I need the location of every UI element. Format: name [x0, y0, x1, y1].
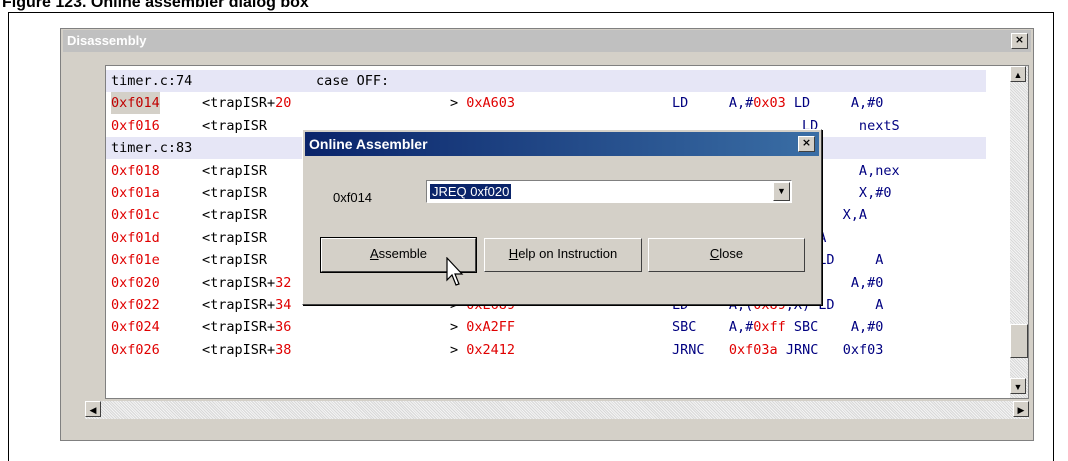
disassembly-title: Disassembly	[67, 33, 147, 48]
address-cell: 0xf026	[111, 341, 160, 358]
help-on-instruction-button[interactable]: Help on Instruction	[484, 238, 642, 272]
function-offset-cell: <trapISR+34	[202, 297, 292, 313]
function-offset-cell: <trapISR+38	[202, 341, 292, 358]
address-cell: 0xf020	[111, 274, 160, 291]
combo-dropdown-button[interactable]: ▼	[773, 182, 790, 201]
figure-caption: Figure 123. Online assembler dialog box	[2, 0, 309, 11]
disassembly-row[interactable]: 0xf026 <trapISR+38 > 0x2412 JRNC 0xf03a JRN…	[106, 339, 986, 361]
disassembly-row[interactable]: 0xf014 <trapISR+20 > 0xA603 LD A,#0x03 LD A…	[106, 92, 986, 115]
address-cell: 0xf024	[111, 319, 160, 336]
dialog-titlebar: Online Assembler ×	[305, 132, 819, 156]
opcode-cell: > 0xA603	[450, 95, 516, 112]
close-button[interactable]: Close	[648, 238, 805, 272]
address-cell: 0xf022	[111, 297, 160, 313]
disassembly-titlebar: Disassembly ×	[63, 30, 1031, 52]
function-offset-cell: <trapISR	[202, 117, 268, 134]
vertical-scroll-thumb[interactable]	[1010, 324, 1028, 358]
address-cell: 0xf018	[111, 162, 160, 179]
mouse-cursor-icon	[446, 257, 464, 286]
source-file-line: timer.c:74	[111, 73, 193, 89]
scroll-left-button[interactable]: ◀	[85, 401, 101, 417]
function-offset-cell: <trapISR+20	[202, 95, 292, 112]
scroll-right-button[interactable]: ▶	[1013, 401, 1029, 417]
opcode-cell: > 0xA2FF	[450, 319, 516, 336]
dialog-close-button[interactable]: ×	[798, 136, 815, 152]
address-cell: 0xf01e	[111, 252, 160, 269]
horizontal-scrollbar[interactable]: ◀ ▶	[85, 401, 1029, 419]
disassembly-row[interactable]: 0xf024 <trapISR+36 > 0xA2FF SBC A,#0xff SBC…	[106, 316, 986, 338]
function-offset-cell: <trapISR+36	[202, 319, 292, 336]
function-offset-cell: <trapISR	[202, 229, 268, 246]
scroll-up-button[interactable]: ▲	[1010, 66, 1026, 82]
scroll-down-button[interactable]: ▼	[1010, 378, 1026, 394]
function-offset-cell: <trapISR	[202, 207, 268, 224]
address-cell: 0xf016	[111, 117, 160, 134]
vertical-scrollbar[interactable]: ▲ ▼	[1010, 66, 1028, 398]
disassembly-close-button[interactable]: ×	[1011, 33, 1028, 49]
address-cell: 0xf01d	[111, 229, 160, 246]
opcode-cell: > 0x2412	[450, 341, 516, 358]
source-text: case OFF:	[316, 73, 390, 89]
source-line-row[interactable]: timer.c:74 case OFF:	[106, 70, 986, 92]
function-offset-cell: <trapISR	[202, 185, 268, 201]
online-assembler-dialog: Online Assembler × 0xf014 JREQ 0xf020 ▼ …	[302, 129, 822, 305]
address-cell: 0xf014	[111, 92, 160, 115]
source-file-line: timer.c:83	[111, 140, 193, 157]
instruction-input-value[interactable]: JREQ 0xf020	[430, 184, 512, 199]
instruction-cell: SBC A,#0xff SBC A,#0	[672, 319, 884, 336]
address-label: 0xf014	[333, 190, 373, 205]
function-offset-cell: <trapISR+32	[202, 274, 292, 291]
dialog-title: Online Assembler	[309, 136, 428, 152]
instruction-cell: JRNC 0xf03a JRNC 0xf03	[672, 341, 884, 358]
function-offset-cell: <trapISR	[202, 162, 268, 179]
function-offset-cell: <trapISR	[202, 252, 268, 269]
instruction-combobox[interactable]: JREQ 0xf020 ▼	[426, 180, 792, 203]
address-cell: 0xf01a	[111, 185, 160, 201]
address-cell: 0xf01c	[111, 207, 160, 224]
instruction-cell: LD A,#0x03 LD A,#0	[672, 95, 884, 112]
